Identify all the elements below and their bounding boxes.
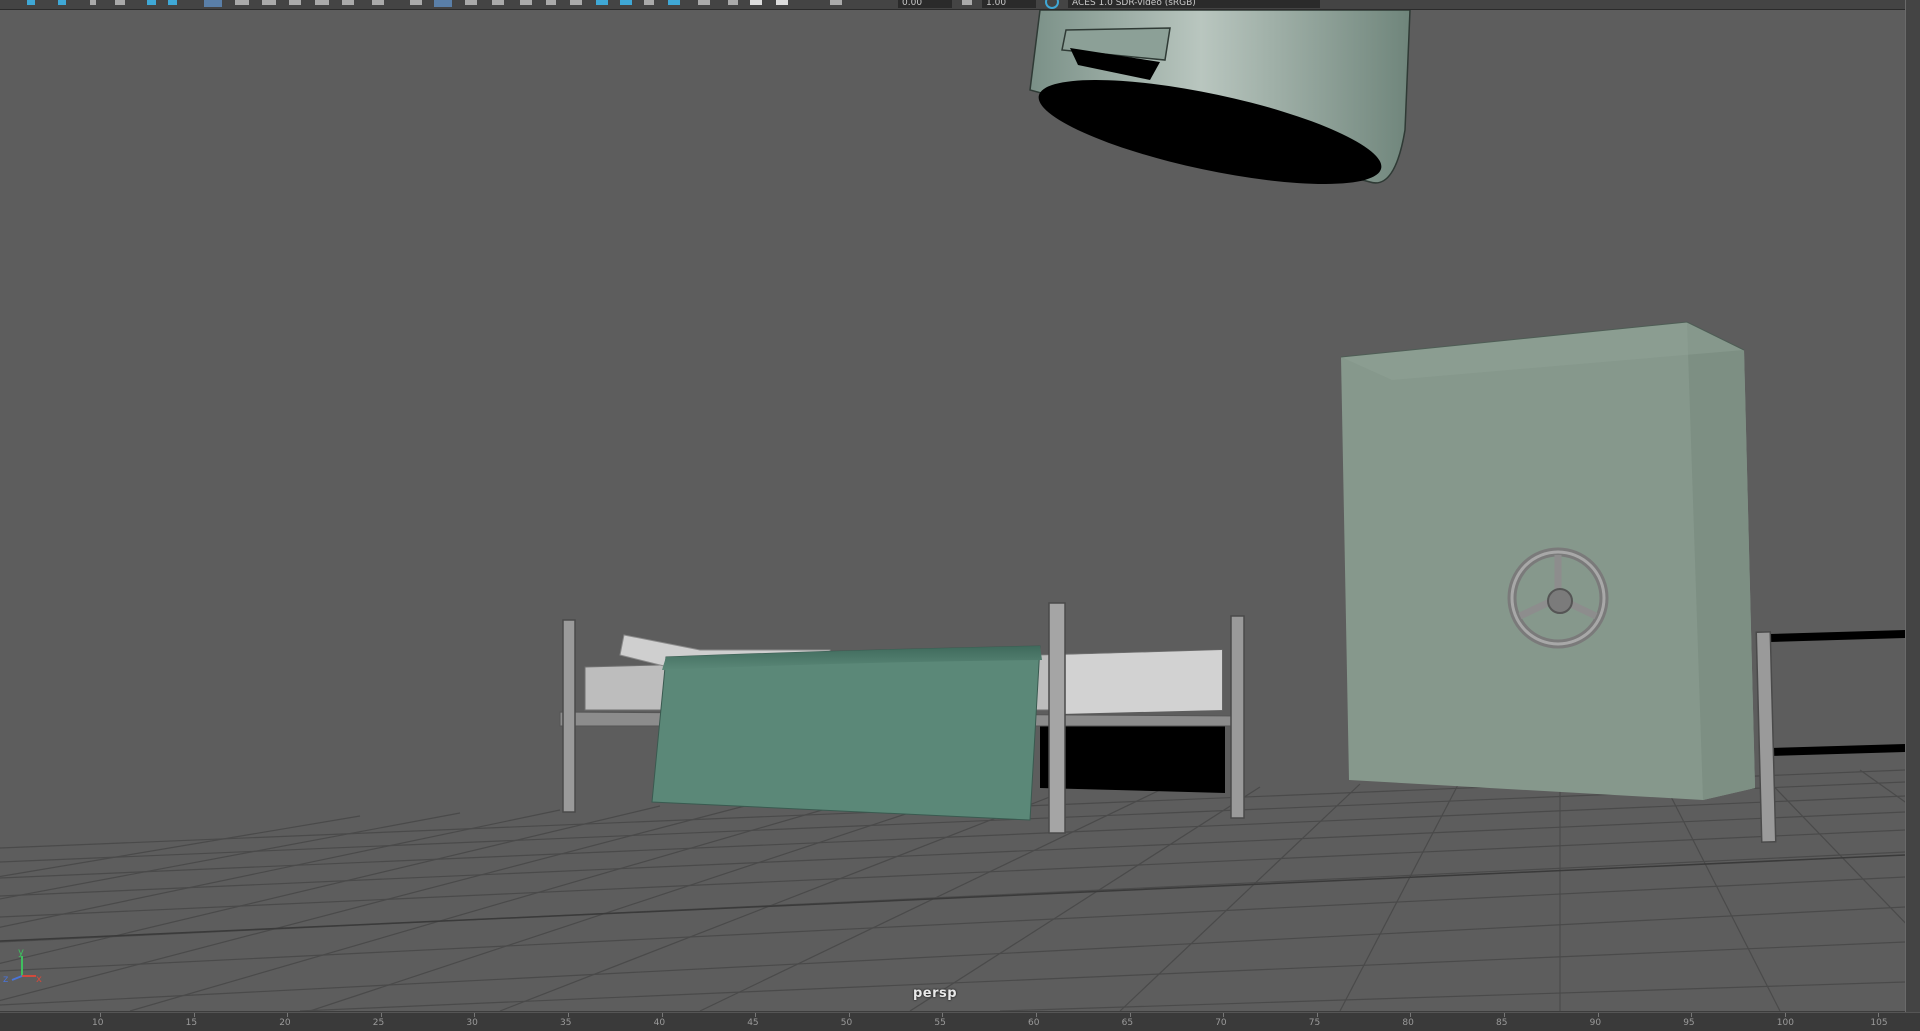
timeline-tick: [942, 1013, 944, 1017]
timeline-tick-label: 15: [185, 1018, 198, 1028]
exposure-field[interactable]: 0.00: [898, 0, 952, 8]
timeline-tick: [848, 1013, 850, 1017]
gamma-field[interactable]: 1.00: [982, 0, 1036, 8]
xray-active-icon[interactable]: [750, 0, 762, 5]
timeline-tick-label: 45: [747, 1018, 759, 1028]
timeline-tick: [1316, 1013, 1318, 1017]
default-material-icon[interactable]: [465, 0, 477, 5]
safe-title-icon[interactable]: [372, 0, 384, 5]
timeline-tick-label: 80: [1402, 1018, 1414, 1028]
smooth-shade-icon[interactable]: [434, 0, 452, 7]
color-management-icon[interactable]: [1045, 0, 1059, 9]
timeline-tick: [661, 1013, 663, 1017]
timeline-tick: [1410, 1013, 1412, 1017]
timeline-tick: [1129, 1013, 1131, 1017]
timeline-tick: [1784, 1013, 1786, 1017]
timeline-tick: [100, 1013, 101, 1017]
shadows-icon[interactable]: [546, 0, 556, 5]
timeline-tick: [1597, 1013, 1599, 1017]
timeline-tick: [568, 1013, 569, 1017]
depth-of-field-icon[interactable]: [644, 0, 654, 5]
timeline-tick-label: 35: [560, 1018, 572, 1028]
timeline-tick: [287, 1013, 289, 1017]
axis-z-label: z: [3, 974, 8, 985]
viewport-side-divider[interactable]: [1905, 0, 1920, 1012]
axis-y-label: y: [18, 947, 24, 958]
camera-attributes-icon[interactable]: [58, 0, 66, 5]
timeline-tick-label: 20: [279, 1018, 291, 1028]
timeline-tick: [1036, 1013, 1037, 1017]
bookmark-icon[interactable]: [90, 0, 96, 5]
timeline-ruler[interactable]: 10 15 20 25 30 35 40 45 50 55 60 65 70 75 80 85 90 95 100 1…: [0, 1012, 1920, 1031]
zoom-2d-icon[interactable]: [147, 0, 156, 5]
timeline-tick-label: 25: [372, 1018, 385, 1028]
safe-cabinet[interactable]: [1340, 321, 1755, 800]
isolate-select-icon[interactable]: [668, 0, 680, 5]
timeline-tick: [1878, 1013, 1880, 1017]
timeline-tick-label: 10: [92, 1018, 104, 1028]
timeline-tick-label: 55: [934, 1018, 946, 1028]
motion-blur-icon[interactable]: [596, 0, 608, 5]
timeline-tick-label: 50: [840, 1018, 853, 1028]
timeline-tick: [193, 1013, 195, 1017]
grid-toggle-icon[interactable]: [204, 0, 222, 7]
second-bed-frame[interactable]: [1755, 630, 1905, 843]
gamma-icon[interactable]: [962, 0, 972, 5]
viewport-toolbar: 0.00 1.00 ACES 1.0 SDR-video (sRGB): [0, 0, 1920, 10]
camera-name-label: persp: [912, 986, 958, 1001]
lights-icon[interactable]: [520, 0, 532, 5]
timeline-tick: [1504, 1013, 1505, 1017]
axis-x-label: x: [36, 974, 42, 985]
timeline-tick-label: 105: [1870, 1018, 1888, 1028]
resolution-gate-icon[interactable]: [262, 0, 276, 5]
timeline-tick-label: 70: [1215, 1018, 1227, 1028]
timeline-tick-label: 95: [1683, 1018, 1695, 1028]
timeline-tick-label: 90: [1589, 1018, 1602, 1028]
view-transform-dropdown[interactable]: ACES 1.0 SDR-video (sRGB): [1068, 0, 1320, 8]
film-gate-icon[interactable]: [235, 0, 249, 5]
timeline-tick: [1223, 1013, 1225, 1017]
timeline-tick-label: 100: [1776, 1018, 1794, 1028]
perspective-viewport[interactable]: y x z persp: [0, 10, 1905, 1011]
grease-pencil-icon[interactable]: [168, 0, 177, 5]
exposure-icon[interactable]: [830, 0, 842, 5]
xray-icon[interactable]: [698, 0, 710, 5]
field-chart-icon[interactable]: [315, 0, 329, 5]
surgical-lamp[interactable]: [1029, 10, 1411, 206]
gate-mask-icon[interactable]: [289, 0, 301, 5]
image-plane-icon[interactable]: [115, 0, 125, 5]
scene-render: y x z: [0, 10, 1905, 1011]
view-axis-gizmo: y x z: [3, 947, 42, 985]
anti-aliasing-icon[interactable]: [620, 0, 632, 5]
textured-icon[interactable]: [492, 0, 504, 5]
timeline-tick: [474, 1013, 476, 1017]
timeline-tick: [380, 1013, 382, 1017]
xray-joints-icon[interactable]: [728, 0, 738, 5]
timeline-tick: [755, 1013, 757, 1017]
timeline-tick-label: 65: [1121, 1018, 1134, 1028]
select-camera-icon[interactable]: [27, 0, 35, 5]
toolbar-icons-strip: [27, 0, 1059, 9]
timeline-tick: [1691, 1013, 1693, 1017]
timeline-tick-label: 40: [653, 1018, 666, 1028]
backface-culling-icon[interactable]: [776, 0, 788, 5]
timeline-tick-label: 30: [466, 1018, 478, 1028]
safe-action-icon[interactable]: [342, 0, 354, 5]
timeline-tick-label: 75: [1308, 1018, 1321, 1028]
ambient-occlusion-icon[interactable]: [570, 0, 582, 5]
wireframe-icon[interactable]: [410, 0, 422, 5]
timeline-tick-label: 60: [1028, 1018, 1040, 1028]
timeline-tick-label: 85: [1496, 1018, 1508, 1028]
blanket[interactable]: [651, 645, 1041, 821]
